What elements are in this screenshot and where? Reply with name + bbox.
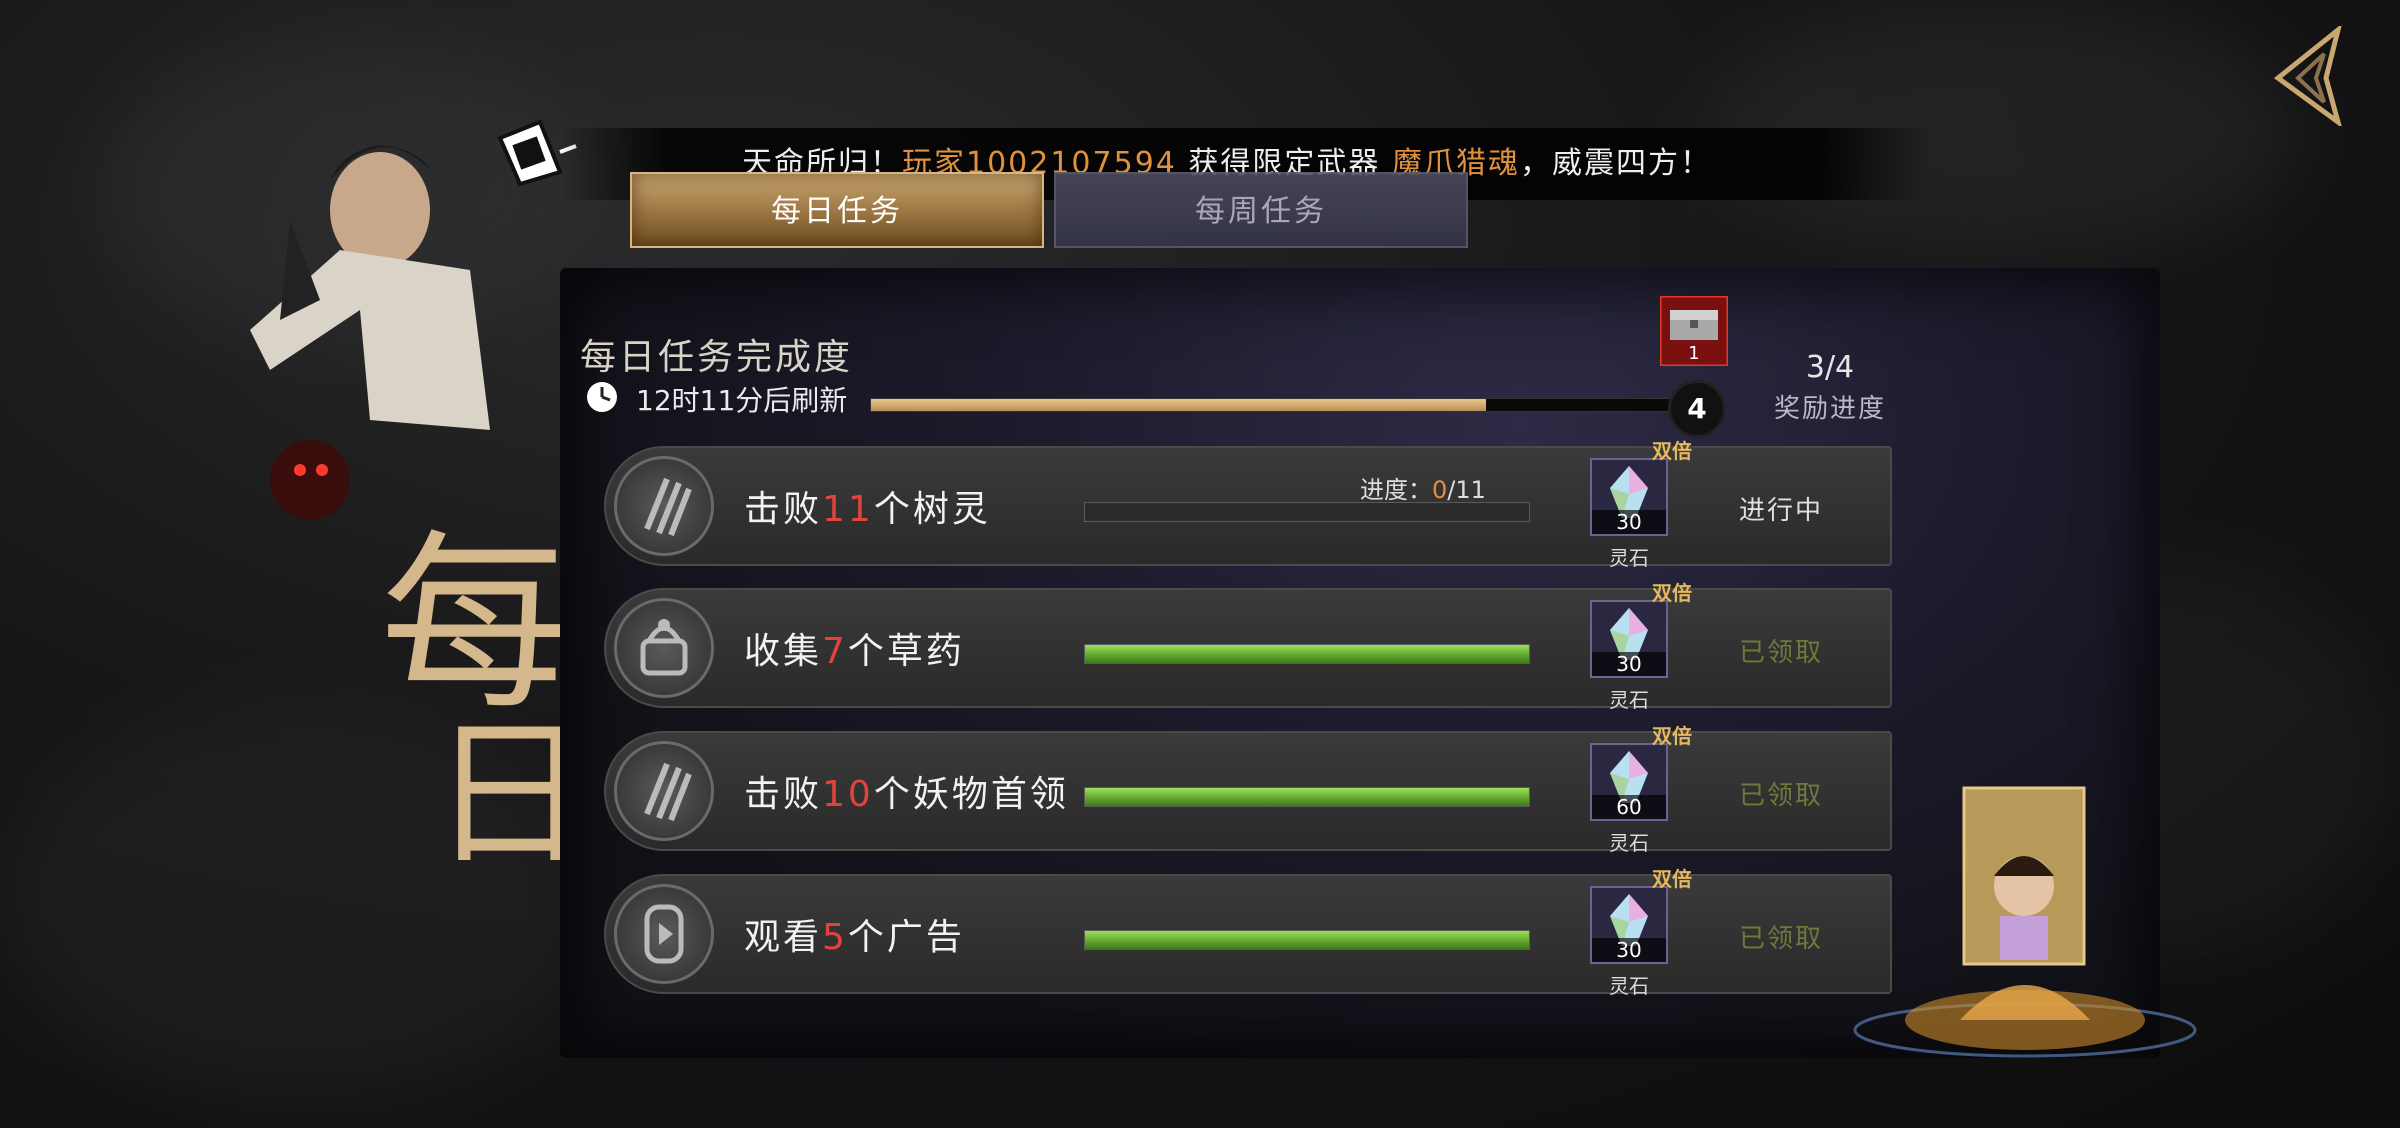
double-reward-badge: 双倍 bbox=[1646, 436, 1698, 466]
daily-progress-fill bbox=[871, 399, 1486, 411]
task-progress-label: 进度：0/11 bbox=[1360, 476, 1486, 504]
task-progress-bar bbox=[1084, 787, 1530, 807]
spirit-stone-reward[interactable]: 30 bbox=[1590, 458, 1668, 536]
reward-progress-value: 3/4 bbox=[1805, 350, 1855, 385]
task-name: 观看5个广告 bbox=[744, 917, 965, 958]
reward-name: 灵石 bbox=[1609, 831, 1649, 855]
completion-title: 每日任务完成度 bbox=[580, 337, 854, 378]
back-arrow-icon bbox=[2273, 23, 2343, 129]
task-progress-bar bbox=[1084, 930, 1530, 950]
task-row[interactable]: 击败10个妖物首领 60 双倍 灵石 已领取 bbox=[604, 724, 1892, 855]
task-name: 收集7个草药 bbox=[744, 631, 965, 672]
task-row[interactable]: 击败11个树灵 进度：0/11 30 双倍 灵石 进行中 bbox=[604, 439, 1892, 570]
task-progress-fill bbox=[1085, 645, 1529, 663]
double-reward-badge: 双倍 bbox=[1646, 578, 1698, 608]
reward-count: 30 bbox=[1592, 938, 1666, 962]
task-progress-bar bbox=[1084, 502, 1530, 522]
task-status: 已领取 bbox=[1738, 781, 1823, 811]
task-name: 击败10个妖物首领 bbox=[744, 774, 1069, 815]
reward-progress-label: 奖励进度 bbox=[1773, 394, 1886, 424]
reward-count: 60 bbox=[1592, 795, 1666, 819]
task-row[interactable]: 观看5个广告 30 双倍 灵石 已领取 bbox=[604, 867, 1892, 998]
reward-name: 灵石 bbox=[1609, 688, 1649, 712]
spirit-stone-reward[interactable]: 60 bbox=[1590, 743, 1668, 821]
reward-count: 30 bbox=[1592, 652, 1666, 676]
refresh-countdown: 12时11分后刷新 bbox=[636, 384, 848, 417]
npc-portrait-card[interactable] bbox=[1962, 786, 2086, 966]
tab-daily-tasks[interactable]: 每日任务 bbox=[630, 172, 1044, 248]
task-progress-bar bbox=[1084, 644, 1530, 664]
double-reward-badge: 双倍 bbox=[1646, 864, 1698, 894]
chest-count: 1 bbox=[1688, 343, 1700, 364]
claw-icon bbox=[614, 456, 714, 556]
video-play-icon bbox=[614, 884, 714, 984]
tab-weekly-tasks[interactable]: 每周任务 bbox=[1054, 172, 1468, 248]
announce-suffix: ，威震四方！ bbox=[1519, 146, 1712, 181]
task-row[interactable]: 收集7个草药 30 双倍 灵石 已领取 bbox=[604, 581, 1892, 712]
reward-count: 30 bbox=[1592, 510, 1666, 534]
claw-icon bbox=[614, 741, 714, 841]
double-reward-badge: 双倍 bbox=[1646, 721, 1698, 751]
reward-chest-button[interactable]: 1 bbox=[1658, 294, 1730, 368]
task-status: 已领取 bbox=[1738, 638, 1823, 668]
clock-icon bbox=[585, 380, 619, 414]
task-status: 已领取 bbox=[1738, 924, 1823, 954]
exit-button[interactable] bbox=[2270, 23, 2350, 129]
task-progress-fill bbox=[1085, 788, 1529, 806]
task-name: 击败11个树灵 bbox=[744, 489, 991, 530]
reward-name: 灵石 bbox=[1609, 546, 1649, 570]
spirit-stone-reward[interactable]: 30 bbox=[1590, 886, 1668, 964]
task-progress-fill bbox=[1085, 931, 1529, 949]
herb-basket-icon bbox=[614, 598, 714, 698]
milestone-badge: 4 bbox=[1668, 380, 1726, 438]
spirit-stone-reward[interactable]: 30 bbox=[1590, 600, 1668, 678]
task-status[interactable]: 进行中 bbox=[1706, 490, 1856, 527]
reward-name: 灵石 bbox=[1609, 974, 1649, 998]
daily-progress-bar bbox=[870, 398, 1692, 412]
